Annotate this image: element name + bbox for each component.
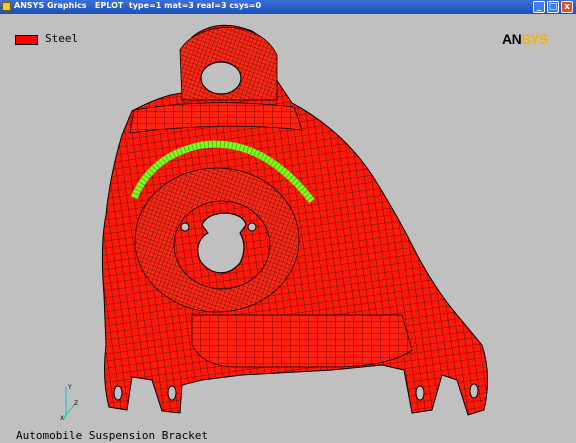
bolt-hole-right — [247, 222, 257, 232]
minimize-button[interactable]: _ — [533, 1, 545, 13]
triad-z-label: Z — [74, 400, 78, 407]
triad-y-label: Y — [67, 384, 72, 391]
model-caption: Automobile Suspension Bracket — [16, 429, 209, 441]
central-opening — [197, 212, 247, 274]
leg-hole-4 — [469, 383, 479, 399]
ansys-graphics-window: ANSYS Graphics EPLOT type=1 mat=3 real=3… — [0, 0, 576, 443]
leg-hole-1 — [113, 385, 123, 401]
leg-hole-3 — [415, 385, 425, 401]
graphics-viewport[interactable]: Steel ANSYS Y Z X Automobile Suspension … — [2, 15, 574, 441]
lower-shelf — [191, 314, 413, 368]
window-title: ANSYS Graphics EPLOT type=1 mat=3 real=3… — [14, 1, 262, 10]
ansys-logo: ANSYS — [502, 31, 548, 47]
title-bar[interactable]: ANSYS Graphics EPLOT type=1 mat=3 real=3… — [0, 0, 576, 14]
ansys-app-icon — [2, 2, 11, 11]
legend-label: Steel — [45, 32, 79, 45]
finite-element-mesh-model — [101, 24, 489, 416]
legend-swatch-steel — [15, 35, 38, 45]
coordinate-triad: Y Z X — [60, 384, 78, 421]
maximize-button[interactable]: □ — [547, 1, 559, 13]
close-button[interactable]: x — [561, 1, 573, 13]
triad-x-label: X — [60, 415, 64, 421]
leg-hole-2 — [167, 385, 177, 401]
lug-hole — [200, 61, 242, 95]
bolt-hole-left — [180, 222, 190, 232]
